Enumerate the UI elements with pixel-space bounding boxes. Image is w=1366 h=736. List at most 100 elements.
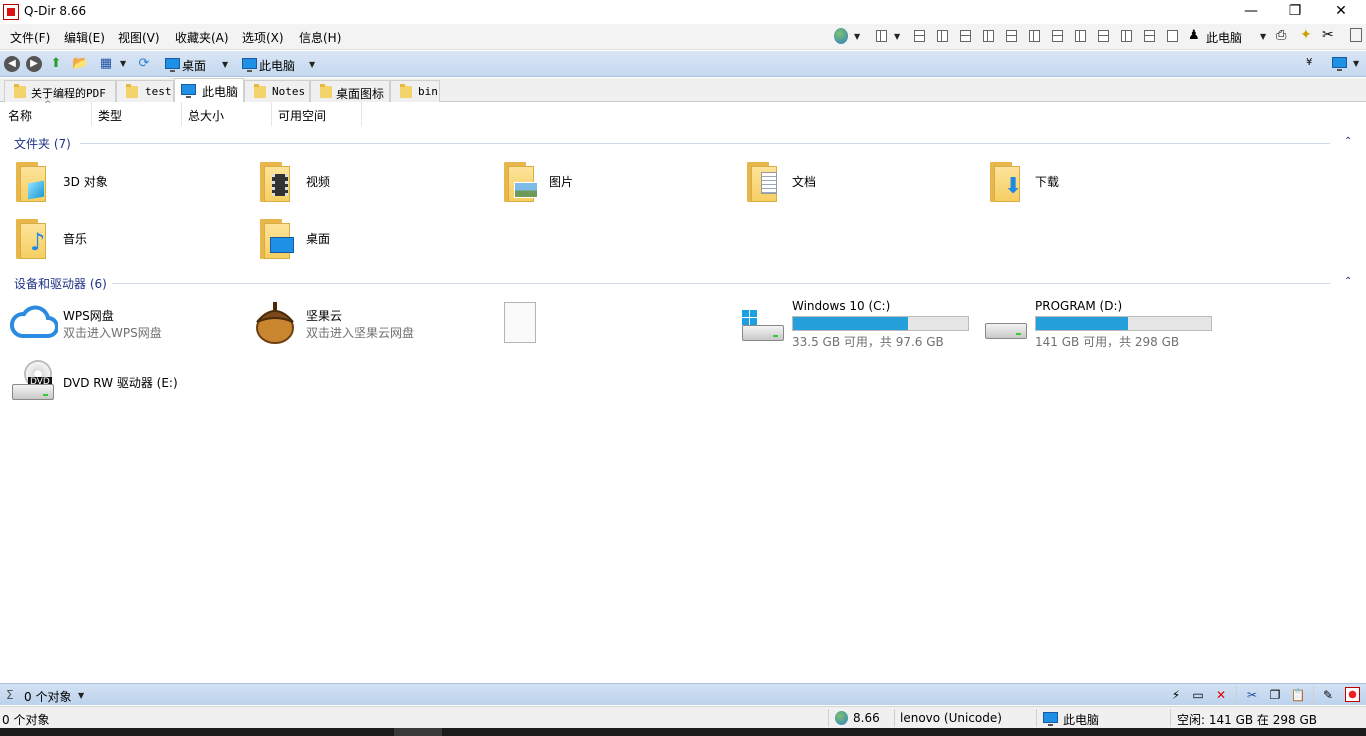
lightning-icon[interactable]: ⚡: [1168, 687, 1184, 703]
chevron-down-icon[interactable]: ▼: [222, 60, 228, 69]
layout-single-icon[interactable]: [1167, 30, 1178, 42]
drive-c[interactable]: Windows 10 (C:) 33.5 GB 可用，共 97.6 GB: [738, 298, 973, 350]
item-label: 音乐: [63, 232, 88, 246]
column-type[interactable]: 类型: [92, 102, 182, 126]
layout-3-icon[interactable]: [960, 30, 971, 42]
paste-icon[interactable]: 📋: [1290, 687, 1306, 703]
device-wps-cloud[interactable]: WPS网盘 双击进入WPS网盘: [8, 300, 228, 350]
layout-1-icon[interactable]: [914, 30, 925, 42]
refresh-icon[interactable]: ⟳: [136, 56, 152, 72]
separator: [1036, 709, 1037, 727]
chevron-down-icon[interactable]: ▼: [854, 32, 860, 41]
folder-open-icon[interactable]: 📂: [72, 56, 88, 72]
location-label: 此电脑: [1063, 713, 1100, 727]
object-count[interactable]: 0 个对象: [24, 688, 71, 705]
delete-icon[interactable]: ✕: [1213, 687, 1229, 703]
layout-4-icon[interactable]: [983, 30, 994, 42]
usage-fill: [793, 317, 908, 330]
menu-edit[interactable]: 编辑(E): [64, 29, 105, 46]
tab-bin[interactable]: bin: [390, 80, 440, 102]
drive-d[interactable]: PROGRAM (D:) 141 GB 可用，共 298 GB: [981, 298, 1216, 350]
device-unnamed[interactable]: [503, 301, 537, 344]
column-name[interactable]: 名称 ^: [2, 100, 92, 126]
device-name: Windows 10 (C:): [792, 299, 891, 313]
view-mode-icon[interactable]: ▦: [98, 56, 114, 72]
close-button[interactable]: ✕: [1318, 0, 1364, 24]
maximize-button[interactable]: ❐: [1272, 0, 1318, 24]
layout-6-icon[interactable]: [1029, 30, 1040, 42]
rename-icon[interactable]: ▭: [1190, 687, 1206, 703]
folder-videos[interactable]: 视频: [250, 160, 470, 210]
back-icon[interactable]: ◀: [4, 56, 20, 72]
folder-pictures[interactable]: 图片: [494, 160, 714, 210]
toolbar-desktop-button[interactable]: 桌面: [182, 57, 206, 74]
folder-icon: [747, 162, 777, 202]
folder-downloads[interactable]: ⬇ 下载: [980, 160, 1200, 210]
tab-pdf[interactable]: 关于编程的PDF: [4, 80, 116, 102]
folder-desktop[interactable]: 桌面: [250, 217, 470, 267]
folder-documents[interactable]: 文档: [737, 160, 957, 210]
tab-notes[interactable]: Notes: [244, 80, 310, 102]
star-icon[interactable]: ✦: [1300, 27, 1312, 43]
menu-file[interactable]: 文件(F): [10, 29, 50, 46]
devices-group-header[interactable]: 设备和驱动器 (6): [14, 275, 107, 291]
navigation-toolbar: ◀ ▶ ⬆ 📂 ▦ ▼ ⟳ 桌面 ▼ 此电脑 ▼ ¥ ▼: [0, 51, 1366, 77]
minimize-button[interactable]: —: [1228, 0, 1274, 24]
up-folder-icon[interactable]: ⬆: [48, 56, 64, 72]
column-total-size[interactable]: 总大小: [182, 102, 272, 126]
device-description: 双击进入WPS网盘: [63, 326, 162, 340]
menu-info[interactable]: 信息(H): [299, 29, 341, 46]
column-free-space[interactable]: 可用空间: [272, 102, 362, 126]
taskbar-button[interactable]: [394, 728, 442, 736]
computer-monitor-icon: [242, 58, 257, 72]
folders-group-header[interactable]: 文件夹 (7): [14, 135, 71, 151]
device-jianguo-cloud[interactable]: 坚果云 双击进入坚果云网盘: [251, 300, 471, 350]
chevron-down-icon[interactable]: ▼: [1353, 59, 1359, 68]
globe-icon[interactable]: [834, 28, 848, 44]
folder-3d-objects[interactable]: 3D 对象: [6, 160, 226, 210]
toolbar-computer-button[interactable]: 此电脑: [259, 57, 295, 74]
layout-8-icon[interactable]: [1075, 30, 1086, 42]
printer-icon[interactable]: ⎙: [1276, 28, 1286, 43]
computer-monitor-icon: [1043, 712, 1058, 726]
tools-icon[interactable]: ✂: [1322, 27, 1334, 43]
menu-view[interactable]: 视图(V): [118, 29, 160, 46]
tab-this-pc[interactable]: 此电脑: [174, 78, 244, 102]
tab-label: 此电脑: [202, 85, 239, 99]
cut-icon[interactable]: ✂: [1244, 687, 1260, 703]
double-chevron-down-icon[interactable]: ¥: [1306, 57, 1312, 68]
collapse-chevron-icon[interactable]: ⌃: [1344, 276, 1352, 287]
monitor-menu-icon[interactable]: [1332, 57, 1347, 71]
desktop-monitor-icon: [165, 58, 180, 72]
side-panel-icon[interactable]: [1350, 28, 1362, 42]
chevron-down-icon[interactable]: ▼: [78, 691, 84, 700]
forward-icon[interactable]: ▶: [26, 56, 42, 72]
layout-5-icon[interactable]: [1006, 30, 1017, 42]
layout-11-icon[interactable]: [1144, 30, 1155, 42]
menu-options[interactable]: 选项(X): [242, 29, 284, 46]
layout-grid-icon[interactable]: [876, 30, 887, 42]
hard-drive-icon: [742, 325, 784, 341]
app-logo-icon[interactable]: [1345, 687, 1360, 702]
layout-10-icon[interactable]: [1121, 30, 1132, 42]
chevron-down-icon[interactable]: ▼: [894, 32, 900, 41]
computer-shortcut[interactable]: 此电脑: [1206, 29, 1242, 46]
edit-pen-icon[interactable]: ✎: [1320, 687, 1336, 703]
chevron-down-icon[interactable]: ▼: [309, 60, 315, 69]
tab-test[interactable]: test: [116, 80, 174, 102]
folder-music[interactable]: ♪ 音乐: [6, 217, 226, 267]
chevron-down-icon[interactable]: ▼: [1260, 32, 1266, 41]
drive-dvd[interactable]: DVD DVD RW 驱动器 (E:): [8, 358, 228, 408]
layout-9-icon[interactable]: [1098, 30, 1109, 42]
device-name: WPS网盘: [63, 309, 114, 323]
layout-7-icon[interactable]: [1052, 30, 1063, 42]
menu-favorites[interactable]: 收藏夹(A): [175, 29, 229, 46]
tab-desktop-icons[interactable]: 桌面图标: [310, 80, 390, 102]
tab-label: 桌面图标: [336, 87, 385, 101]
collapse-chevron-icon[interactable]: ⌃: [1344, 136, 1352, 147]
chevron-down-icon[interactable]: ▼: [120, 59, 126, 68]
user-icon[interactable]: ♟: [1188, 28, 1200, 43]
tab-label: 关于编程的PDF: [31, 87, 106, 100]
copy-icon[interactable]: ❐: [1267, 687, 1283, 703]
layout-2-icon[interactable]: [937, 30, 948, 42]
